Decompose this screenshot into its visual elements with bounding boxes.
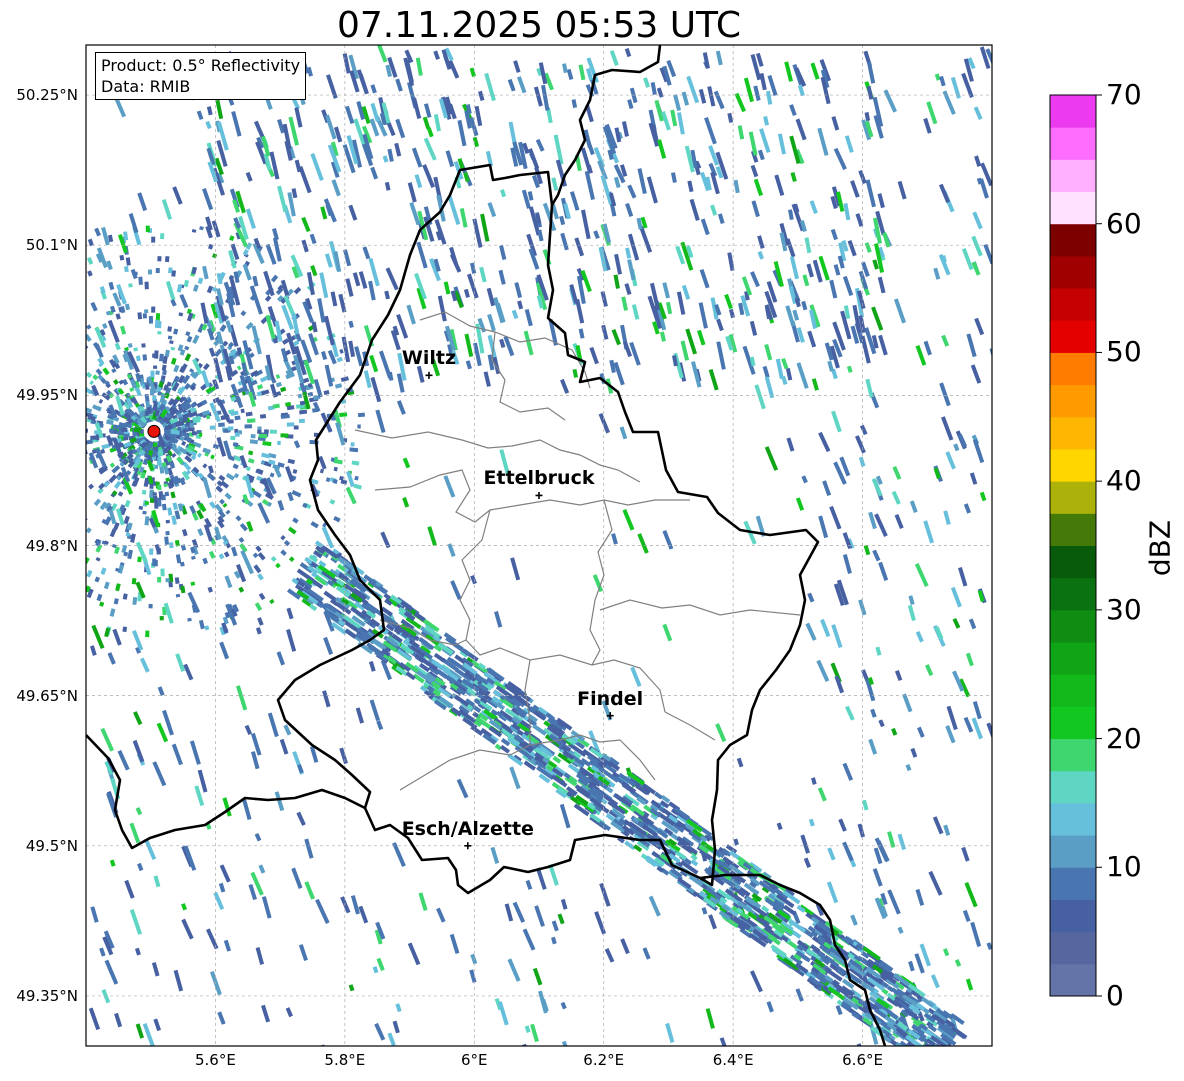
colorbar-segment <box>1050 255 1096 289</box>
colorbar-segment <box>1050 352 1096 386</box>
colorbar-segment <box>1050 835 1096 868</box>
colorbar-tick-label: 20 <box>1106 721 1142 755</box>
colorbar-segment <box>1050 867 1096 900</box>
lon-label: 5.8°E <box>324 1051 366 1069</box>
city-label-ettelbruck: Ettelbruck <box>483 467 595 490</box>
lat-label: 49.65°N <box>16 686 78 705</box>
colorbar-segment <box>1050 770 1096 804</box>
city-label-wiltz: Wiltz <box>401 347 457 370</box>
colorbar-segment <box>1050 448 1096 482</box>
colorbar-segment <box>1050 577 1096 611</box>
colorbar-segment <box>1050 545 1096 579</box>
lat-label: 49.35°N <box>16 986 78 1005</box>
lon-label: 6°E <box>461 1051 488 1069</box>
colorbar-segment <box>1050 674 1096 707</box>
lon-label: 5.6°E <box>195 1051 236 1069</box>
colorbar-segment <box>1050 95 1096 128</box>
colorbar-title: dBZ <box>1143 519 1177 577</box>
colorbar-tick-label: 50 <box>1106 335 1142 369</box>
lon-label: 6.2°E <box>583 1051 625 1069</box>
colorbar-segment <box>1050 384 1096 418</box>
colorbar-segment <box>1050 416 1096 450</box>
radar-map <box>85 44 1102 1047</box>
lat-label: 49.95°N <box>16 386 78 405</box>
colorbar-tick-label: 10 <box>1106 850 1142 884</box>
colorbar-segment <box>1050 609 1096 643</box>
colorbar-tick-label: 30 <box>1106 592 1142 626</box>
map-title: 07.11.2025 05:53 UTC <box>336 5 742 46</box>
product-label: Product: 0.5° Reflectivity <box>101 56 301 75</box>
lat-label: 49.5°N <box>25 836 78 855</box>
city-label-esch-alzette: Esch/Alzette <box>401 817 534 840</box>
colorbar-segment <box>1050 963 1096 997</box>
colorbar-segment <box>1050 802 1096 836</box>
colorbar <box>1049 94 1102 997</box>
lat-label: 50.1°N <box>25 236 78 255</box>
lon-label: 6.6°E <box>842 1051 883 1069</box>
radar-site-marker <box>147 424 161 438</box>
colorbar-segment <box>1050 642 1096 675</box>
colorbar-segment <box>1050 931 1096 965</box>
colorbar-segment <box>1050 481 1096 514</box>
data-source-label: Data: RMIB <box>101 77 191 96</box>
colorbar-tick-label: 0 <box>1106 979 1124 1012</box>
colorbar-segment <box>1050 738 1096 772</box>
colorbar-segment <box>1050 320 1096 353</box>
lon-label: 6.4°E <box>712 1051 754 1069</box>
colorbar-tick-label: 70 <box>1106 78 1142 111</box>
colorbar-segment <box>1050 899 1096 933</box>
city-label-findel: Findel <box>577 687 644 710</box>
product-info-box: Product: 0.5° Reflectivity Data: RMIB <box>95 52 307 100</box>
colorbar-segment <box>1050 513 1096 546</box>
colorbar-tick-label: 60 <box>1106 206 1142 240</box>
colorbar-segment <box>1050 159 1096 193</box>
colorbar-tick-label: 40 <box>1106 464 1142 498</box>
lat-label: 49.8°N <box>25 536 78 555</box>
colorbar-segment <box>1050 706 1096 740</box>
colorbar-segment <box>1050 288 1096 321</box>
colorbar-segment <box>1050 127 1096 160</box>
colorbar-segment <box>1050 223 1096 257</box>
colorbar-segment <box>1050 191 1096 225</box>
lat-label: 50.25°N <box>16 86 78 105</box>
